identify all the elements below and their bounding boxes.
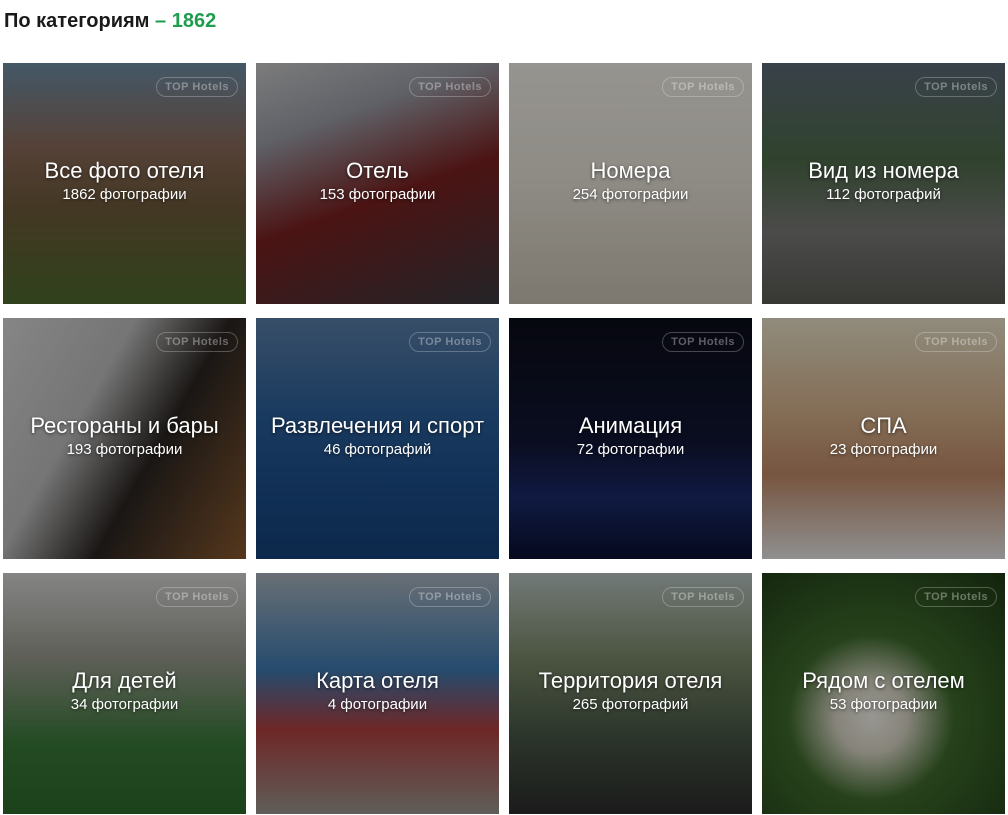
section-title-label: По категориям — [4, 10, 150, 32]
category-name: Карта отеля — [316, 668, 439, 693]
total-count: – 1862 — [149, 10, 216, 32]
category-label: Карта отеля 4 фотографии — [256, 668, 499, 715]
category-label: Рядом с отелем 53 фотографии — [762, 668, 1005, 715]
category-tile-nearby[interactable]: TOP Hotels Рядом с отелем 53 фотографии — [762, 573, 1005, 814]
category-count: 53 фотографии — [829, 696, 938, 713]
category-tile-entertainment[interactable]: TOP Hotels Развлечения и спорт 46 фотогр… — [256, 318, 499, 559]
watermark-logo: TOP Hotels — [409, 77, 491, 97]
watermark-logo: TOP Hotels — [915, 332, 997, 352]
category-label: Для детей 34 фотографии — [3, 668, 246, 715]
section-title: По категориям – 1862 — [4, 10, 216, 33]
watermark-logo: TOP Hotels — [915, 587, 997, 607]
category-name: СПА — [860, 413, 907, 438]
category-name: Анимация — [578, 413, 683, 438]
watermark-logo: TOP Hotels — [156, 77, 238, 97]
count-separator: – — [149, 10, 172, 32]
category-label: Рестораны и бары 193 фотографии — [3, 413, 246, 460]
category-tile-hotel[interactable]: TOP Hotels Отель 153 фотографии — [256, 63, 499, 304]
category-count: 72 фотографии — [576, 441, 685, 458]
watermark-logo: TOP Hotels — [662, 587, 744, 607]
category-tile-territory[interactable]: TOP Hotels Территория отеля 265 фотограф… — [509, 573, 752, 814]
category-label: Территория отеля 265 фотографий — [509, 668, 752, 715]
category-count: 112 фотографий — [826, 186, 941, 203]
category-name: Рядом с отелем — [802, 668, 965, 693]
category-name: Рестораны и бары — [30, 413, 219, 438]
category-name: Отель — [346, 158, 409, 183]
category-count: 46 фотографий — [323, 441, 432, 458]
category-grid: TOP Hotels Все фото отеля 1862 фотографи… — [3, 63, 1005, 814]
category-tile-kids[interactable]: TOP Hotels Для детей 34 фотографии — [3, 573, 246, 814]
watermark-logo: TOP Hotels — [915, 77, 997, 97]
category-label: Номера 254 фотографии — [509, 158, 752, 205]
category-name: Вид из номера — [808, 158, 959, 183]
category-count: 4 фотографии — [327, 696, 428, 713]
watermark-logo: TOP Hotels — [662, 77, 744, 97]
category-name: Развлечения и спорт — [270, 413, 485, 438]
category-tile-all-photos[interactable]: TOP Hotels Все фото отеля 1862 фотографи… — [3, 63, 246, 304]
category-count: 34 фотографии — [70, 696, 179, 713]
category-label: Анимация 72 фотографии — [509, 413, 752, 460]
category-name: Территория отеля — [538, 668, 723, 693]
watermark-logo: TOP Hotels — [156, 587, 238, 607]
category-label: СПА 23 фотографии — [762, 413, 1005, 460]
category-tile-room-view[interactable]: TOP Hotels Вид из номера 112 фотографий — [762, 63, 1005, 304]
watermark-logo: TOP Hotels — [662, 332, 744, 352]
category-count: 193 фотографии — [66, 441, 183, 458]
category-tile-hotel-map[interactable]: TOP Hotels Карта отеля 4 фотографии — [256, 573, 499, 814]
category-tile-rooms[interactable]: TOP Hotels Номера 254 фотографии — [509, 63, 752, 304]
category-count: 265 фотографий — [572, 696, 689, 713]
category-label: Все фото отеля 1862 фотографии — [3, 158, 246, 205]
category-tile-animation[interactable]: TOP Hotels Анимация 72 фотографии — [509, 318, 752, 559]
category-label: Развлечения и спорт 46 фотографий — [256, 413, 499, 460]
category-count: 23 фотографии — [829, 441, 938, 458]
category-label: Отель 153 фотографии — [256, 158, 499, 205]
category-count: 1862 фотографии — [62, 186, 187, 203]
category-count: 153 фотографии — [319, 186, 436, 203]
watermark-logo: TOP Hotels — [156, 332, 238, 352]
watermark-logo: TOP Hotels — [409, 587, 491, 607]
watermark-logo: TOP Hotels — [409, 332, 491, 352]
category-label: Вид из номера 112 фотографий — [762, 158, 1005, 205]
category-count: 254 фотографии — [572, 186, 689, 203]
category-tile-spa[interactable]: TOP Hotels СПА 23 фотографии — [762, 318, 1005, 559]
category-tile-restaurants[interactable]: TOP Hotels Рестораны и бары 193 фотограф… — [3, 318, 246, 559]
total-count-value: 1862 — [171, 10, 217, 32]
category-name: Номера — [590, 158, 671, 183]
category-name: Для детей — [72, 668, 177, 693]
category-name: Все фото отеля — [44, 158, 205, 183]
